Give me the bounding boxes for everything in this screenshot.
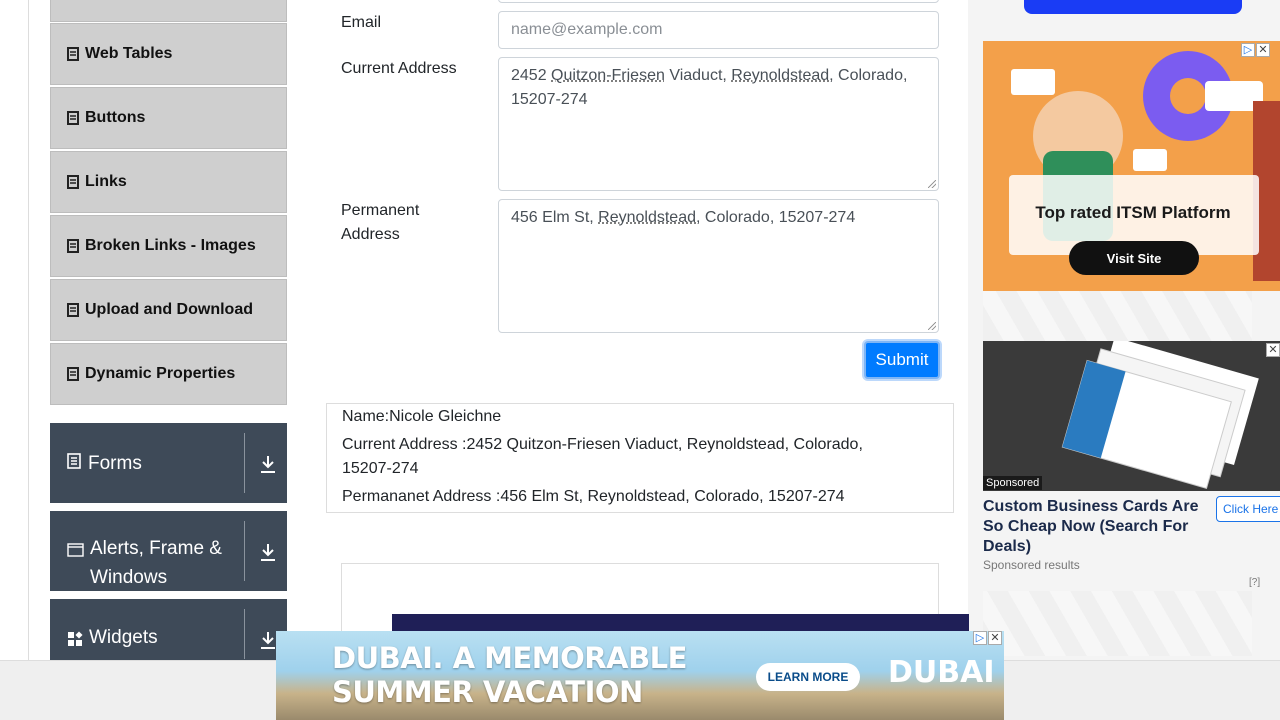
sidebar-item-buttons[interactable]: Buttons	[50, 87, 287, 149]
click-here-button[interactable]: Click Here	[1216, 496, 1280, 522]
group-header[interactable]: Alerts, Frame & Windows	[50, 511, 244, 591]
file-code-icon	[66, 239, 80, 253]
sidebar-item-label: Web Tables	[85, 45, 173, 62]
itsm-ad[interactable]: Top rated ITSM Platform Visit Site ▷ ✕	[983, 41, 1280, 291]
divider	[244, 521, 245, 581]
ad-help[interactable]: [?]	[1249, 577, 1260, 588]
permanent-address-label: Permanent Address	[341, 202, 420, 243]
output-current-address: Current Address :2452 Quitzon-Friesen Vi…	[342, 436, 863, 477]
sidebar-border	[28, 0, 29, 660]
resize-handle[interactable]	[928, 322, 936, 330]
ad-pattern	[983, 591, 1252, 656]
close-icon[interactable]: ✕	[1266, 343, 1280, 357]
close-icon[interactable]: ✕	[1256, 43, 1270, 57]
download-icon[interactable]	[258, 541, 278, 563]
divider	[244, 609, 245, 659]
dubai-headline: DUBAI. A MEMORABLE SUMMER VACATION	[332, 641, 687, 709]
output-permanent-address: Permananet Address :456 Elm St, Reynolds…	[342, 488, 845, 505]
email-field[interactable]: name@example.com	[498, 11, 939, 49]
file-code-icon	[66, 111, 80, 125]
sidebar-item-label: Upload and Download	[85, 301, 253, 318]
ad-button-partial[interactable]	[1024, 0, 1242, 14]
file-code-icon	[66, 47, 80, 61]
dubai-ad[interactable]: DUBAI. A MEMORABLE SUMMER VACATION LEARN…	[276, 631, 1004, 720]
dubai-logo: DUBAI	[888, 655, 995, 690]
email-label: Email	[341, 14, 382, 31]
group-label: Forms	[88, 452, 142, 474]
resize-handle[interactable]	[928, 180, 936, 188]
sponsored-results: Sponsored results	[983, 558, 1080, 572]
current-address-label: Current Address	[341, 60, 457, 77]
widgets-icon	[67, 631, 83, 652]
visit-site-button[interactable]: Visit Site	[1069, 241, 1199, 275]
window-icon	[67, 543, 84, 562]
business-cards-image[interactable]: ✕	[983, 341, 1280, 491]
download-icon[interactable]	[258, 629, 278, 651]
sidebar-item-partial[interactable]	[50, 0, 287, 22]
page: Web Tables Buttons Links Broken Links - …	[0, 0, 1280, 720]
sidebar-item-label: Buttons	[85, 109, 146, 126]
sidebar-item-label: Dynamic Properties	[85, 365, 236, 382]
output-name: Name:Nicole Gleichne	[342, 408, 502, 425]
ad-choices-icon[interactable]: ▷	[973, 631, 987, 645]
permanent-address-textarea[interactable]: 456 Elm St, Reynoldstead, Colorado, 1520…	[498, 199, 939, 333]
itsm-title: Top rated ITSM Platform	[1035, 203, 1231, 222]
submit-button[interactable]: Submit	[864, 341, 940, 379]
dark-ad-banner[interactable]	[392, 614, 969, 631]
file-code-icon	[66, 175, 80, 189]
business-cards-title[interactable]: Custom Business Cards Are So Cheap Now (…	[983, 497, 1208, 557]
output-panel: Name:Nicole Gleichne Current Address :24…	[326, 403, 954, 513]
divider	[244, 433, 245, 493]
ad-choices-icon[interactable]: ▷	[1241, 43, 1255, 57]
sidebar-group-widgets[interactable]: Widgets	[50, 599, 287, 669]
download-icon[interactable]	[258, 453, 278, 475]
sidebar-group-alerts[interactable]: Alerts, Frame & Windows	[50, 511, 287, 591]
group-label: Alerts, Frame & Windows	[90, 538, 222, 588]
sidebar-item-broken-links[interactable]: Broken Links - Images	[50, 215, 287, 277]
file-code-icon	[66, 367, 80, 381]
form-icon	[67, 452, 82, 474]
group-header[interactable]: Widgets	[50, 599, 244, 669]
file-code-icon	[66, 303, 80, 317]
full-name-input-partial[interactable]	[498, 0, 939, 3]
sidebar-item-links[interactable]: Links	[50, 151, 287, 213]
sidebar-item-upload-download[interactable]: Upload and Download	[50, 279, 287, 341]
sidebar-item-web-tables[interactable]: Web Tables	[50, 23, 287, 85]
learn-more-button[interactable]: LEARN MORE	[756, 663, 860, 691]
sidebar-item-label: Broken Links - Images	[85, 237, 256, 254]
sponsored-tag: Sponsored	[983, 476, 1043, 490]
sidebar-item-dynamic-properties[interactable]: Dynamic Properties	[50, 343, 287, 405]
current-address-textarea[interactable]: 2452 Quitzon-Friesen Viaduct, Reynoldste…	[498, 57, 939, 191]
ad-pattern	[983, 291, 1252, 341]
sidebar-group-forms[interactable]: Forms	[50, 423, 287, 503]
close-icon[interactable]: ✕	[988, 631, 1002, 645]
sidebar-item-label: Links	[85, 173, 127, 190]
group-header[interactable]: Forms	[50, 423, 244, 503]
group-label: Widgets	[89, 627, 158, 648]
